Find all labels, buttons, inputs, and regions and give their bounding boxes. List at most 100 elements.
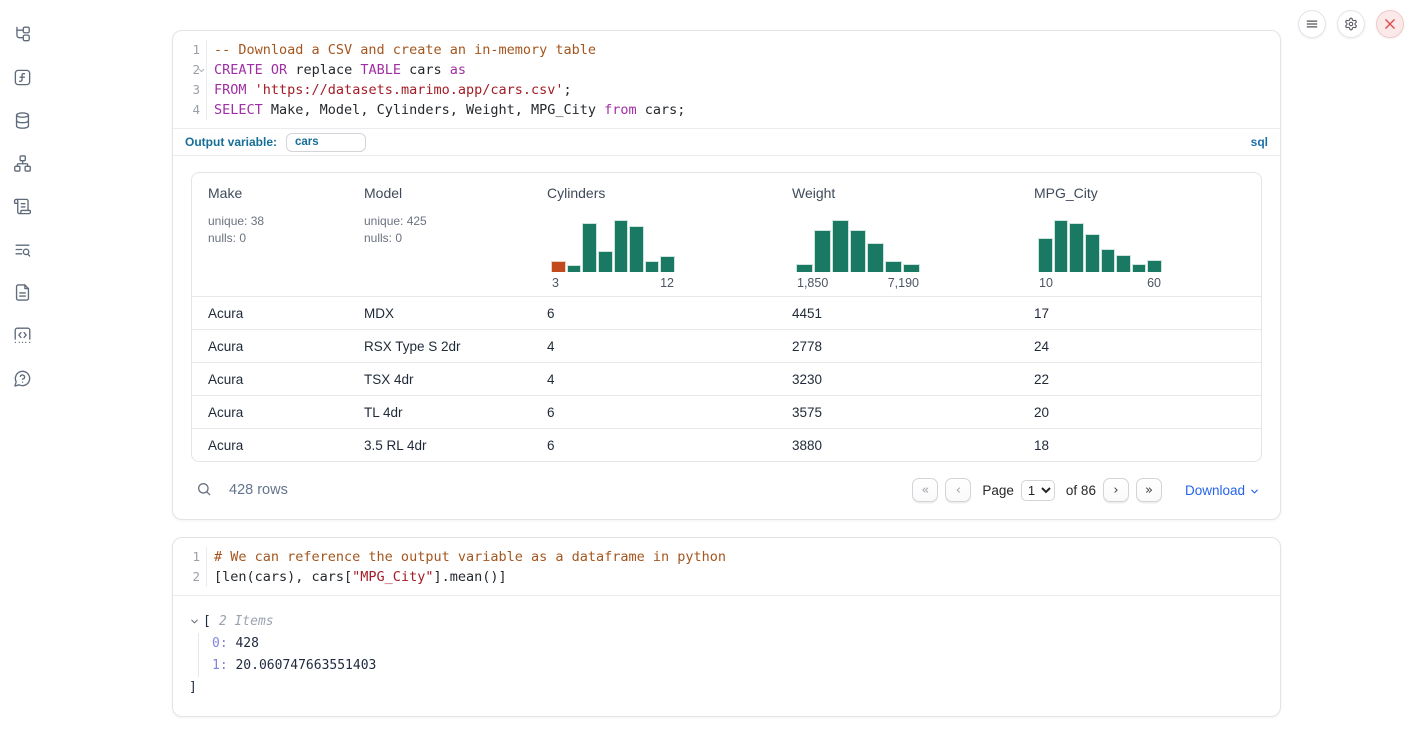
help-chat-icon[interactable] — [10, 366, 34, 390]
table-cell: Acura — [192, 396, 348, 428]
tree-entry: 0: 428 — [212, 633, 1262, 655]
python-code[interactable]: # We can reference the output variable a… — [207, 547, 1280, 587]
hamburger-menu-icon[interactable] — [1298, 10, 1326, 38]
column-header-mpg-city: MPG_City 10 60 — [1018, 173, 1261, 296]
code-line: FROM 'https://datasets.marimo.app/cars.c… — [214, 80, 1280, 100]
weight-histogram: 1,850 7,190 — [796, 220, 920, 290]
table-cell: Acura — [192, 330, 348, 362]
histogram-bar — [832, 220, 849, 272]
column-name[interactable]: Model — [364, 185, 402, 201]
table-cell: TSX 4dr — [348, 363, 531, 395]
column-stats: unique: 425 nulls: 0 — [364, 213, 521, 246]
histogram-bar — [598, 251, 613, 272]
close-bracket: ] — [189, 678, 1262, 698]
table-cell: 4 — [531, 330, 776, 362]
table-header: Make unique: 38 nulls: 0 Model unique: 4… — [192, 173, 1261, 296]
table-cell: Acura — [192, 297, 348, 329]
output-variable-bar: Output variable: sql — [173, 128, 1280, 156]
column-name[interactable]: Make — [208, 185, 242, 201]
download-button[interactable]: Download — [1185, 483, 1260, 498]
table-cell: 17 — [1018, 297, 1261, 329]
python-code-editor[interactable]: 12 # We can reference the output variabl… — [173, 538, 1280, 595]
next-page-button[interactable]: › — [1103, 478, 1129, 502]
python-output-tree: [ 2 Items 0: 428 1: 20.060747663551403 ] — [173, 596, 1280, 716]
table-cell: RSX Type S 2dr — [348, 330, 531, 362]
table-row: AcuraTSX 4dr4323022 — [192, 362, 1261, 395]
code-line: # We can reference the output variable a… — [214, 547, 1280, 567]
table-cell: 6 — [531, 396, 776, 428]
database-icon[interactable] — [10, 108, 34, 132]
code-line: -- Download a CSV and create an in-memor… — [214, 40, 1280, 60]
histogram-bar — [796, 264, 813, 272]
line-number-gutter: 12 — [173, 547, 207, 587]
function-square-icon[interactable] — [10, 65, 34, 89]
search-icon[interactable] — [193, 479, 215, 501]
histogram-bar — [629, 226, 644, 272]
table-footer: 428 rows « ‹ Page 1 of 86 › » Download — [191, 475, 1262, 505]
output-variable-input[interactable] — [286, 133, 366, 152]
page-label: Page — [982, 483, 1014, 498]
histogram-bar — [1069, 223, 1084, 272]
sql-cell: 1234 -- Download a CSV and create an in-… — [172, 30, 1281, 520]
line-number-gutter: 1234 — [173, 40, 207, 120]
column-header-weight: Weight 1,850 7,190 — [776, 173, 1018, 296]
column-name[interactable]: Cylinders — [547, 185, 605, 201]
search-list-icon[interactable] — [10, 237, 34, 261]
code-line: [len(cars), cars["MPG_City"].mean()] — [214, 567, 1280, 587]
document-icon[interactable] — [10, 280, 34, 304]
open-bracket: [ — [203, 614, 211, 629]
cylinders-histogram: 3 12 — [551, 220, 675, 290]
table-cell: 18 — [1018, 429, 1261, 461]
sql-code[interactable]: -- Download a CSV and create an in-memor… — [207, 40, 1280, 120]
table-cell: Acura — [192, 363, 348, 395]
histogram-bar — [1116, 255, 1131, 272]
column-name[interactable]: Weight — [792, 185, 835, 201]
page-select[interactable]: 1 — [1021, 480, 1055, 501]
previous-page-button[interactable]: ‹ — [945, 478, 971, 502]
last-page-button[interactable]: » — [1136, 478, 1162, 502]
column-header-make: Make unique: 38 nulls: 0 — [192, 173, 348, 296]
histogram-bar — [885, 261, 902, 272]
histogram-bar — [814, 230, 831, 272]
histogram-max-label: 7,190 — [888, 276, 919, 290]
notebook: 1234 -- Download a CSV and create an in-… — [172, 30, 1281, 717]
table-cell: TL 4dr — [348, 396, 531, 428]
histogram-bar — [582, 223, 597, 272]
histogram-bar — [1101, 249, 1116, 272]
data-table: Make unique: 38 nulls: 0 Model unique: 4… — [191, 172, 1262, 462]
collapse-chevron-icon[interactable] — [189, 616, 200, 627]
column-header-cylinders: Cylinders 3 12 — [531, 173, 776, 296]
pagination: « ‹ Page 1 of 86 › » Download — [912, 478, 1260, 502]
histogram-bar — [551, 261, 566, 272]
histogram-bar — [1147, 260, 1162, 272]
fold-chevron-icon[interactable] — [197, 66, 206, 75]
dependency-graph-icon[interactable] — [10, 151, 34, 175]
column-name[interactable]: MPG_City — [1034, 185, 1098, 201]
table-cell: 22 — [1018, 363, 1261, 395]
histogram-bar — [867, 243, 884, 272]
table-cell: 3575 — [776, 396, 1018, 428]
output-variable-label: Output variable: — [185, 135, 277, 149]
table-cell: Acura — [192, 429, 348, 461]
code-line: SELECT Make, Model, Cylinders, Weight, M… — [214, 100, 1280, 120]
row-count: 428 rows — [229, 482, 288, 498]
sql-output-area: Make unique: 38 nulls: 0 Model unique: 4… — [173, 156, 1280, 519]
gear-icon[interactable] — [1337, 10, 1365, 38]
table-cell: 24 — [1018, 330, 1261, 362]
first-page-button[interactable]: « — [912, 478, 938, 502]
close-icon[interactable] — [1376, 10, 1404, 38]
histogram-bar — [614, 220, 629, 272]
histogram-bar — [1085, 234, 1100, 272]
code-line: CREATE OR replace TABLE cars as — [214, 60, 1280, 80]
code-snippet-icon[interactable] — [10, 323, 34, 347]
histogram-bar — [660, 256, 675, 272]
mpg-city-histogram: 10 60 — [1038, 220, 1162, 290]
histogram-bar — [567, 265, 582, 272]
table-row: AcuraTL 4dr6357520 — [192, 395, 1261, 428]
scroll-icon[interactable] — [10, 194, 34, 218]
file-tree-icon[interactable] — [10, 22, 34, 46]
tree-entry: 1: 20.060747663551403 — [212, 655, 1262, 677]
sql-code-editor[interactable]: 1234 -- Download a CSV and create an in-… — [173, 31, 1280, 128]
table-cell: 6 — [531, 297, 776, 329]
histogram-bar — [903, 264, 920, 272]
